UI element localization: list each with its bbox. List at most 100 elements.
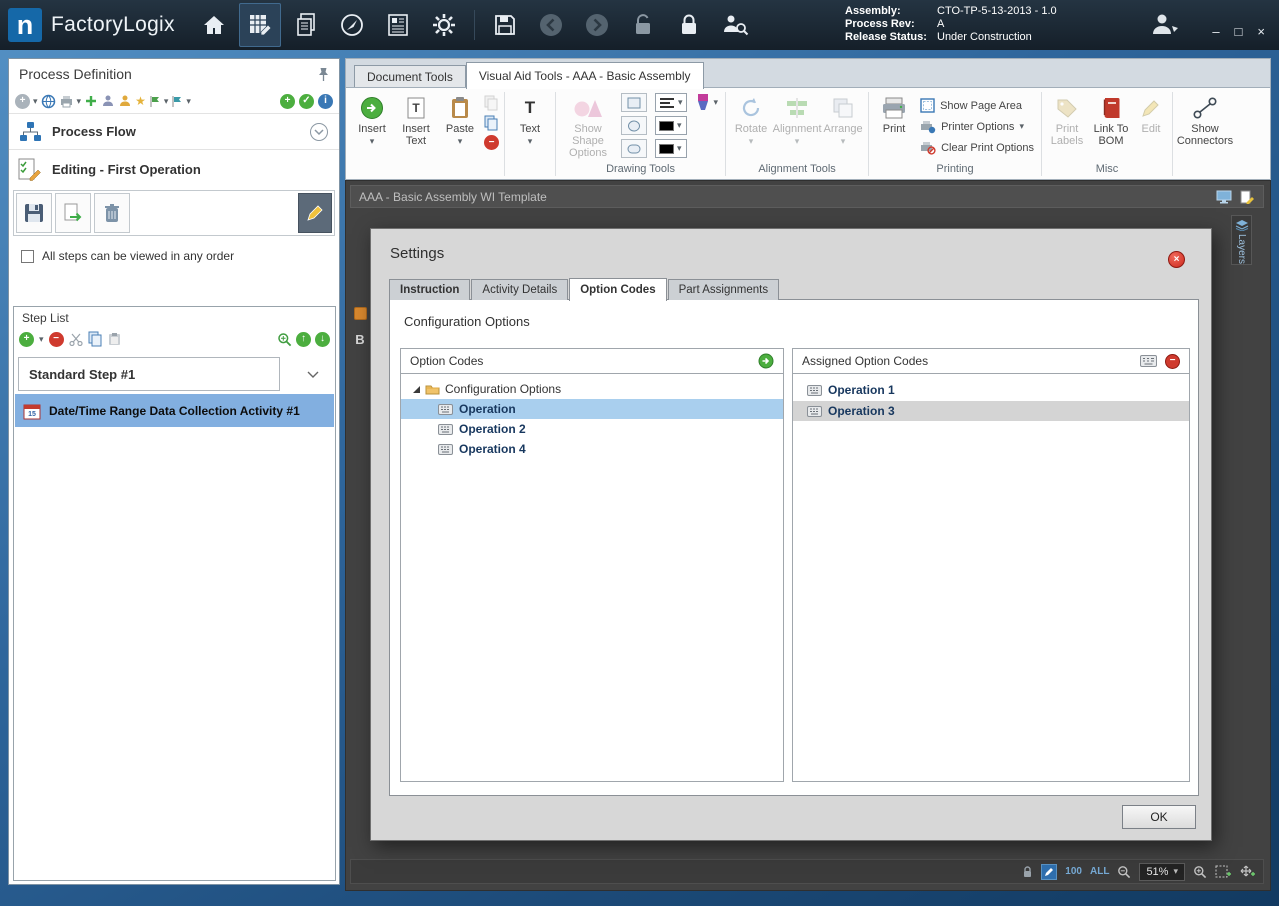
- zoom-out-icon[interactable]: [1117, 865, 1131, 879]
- lock-small-icon[interactable]: [1022, 865, 1033, 878]
- highlight-color-icon[interactable]: [353, 307, 367, 320]
- edit-step-button[interactable]: [298, 193, 332, 233]
- move-up-button[interactable]: ↑: [296, 331, 311, 347]
- clear-print-options-button[interactable]: Clear Print Options: [920, 139, 1034, 156]
- delete-step-button[interactable]: [94, 193, 130, 233]
- step-group-header[interactable]: Standard Step #1: [18, 357, 280, 391]
- validate-button[interactable]: ✓: [299, 93, 314, 109]
- close-button[interactable]: ×: [1257, 24, 1265, 39]
- pan-icon[interactable]: [1239, 865, 1255, 879]
- ok-button[interactable]: OK: [1122, 805, 1196, 829]
- star-icon[interactable]: ★: [135, 94, 146, 108]
- option-code-item[interactable]: Operation 4: [401, 439, 783, 459]
- edit-button[interactable]: Edit: [1133, 91, 1169, 135]
- copy-pages-icon[interactable]: [484, 115, 499, 131]
- insert-text-button[interactable]: T Insert Text: [394, 91, 438, 147]
- dialog-close-button[interactable]: ×: [1168, 251, 1185, 268]
- show-connectors-button[interactable]: Show Connectors: [1176, 91, 1234, 147]
- monitor-icon[interactable]: [1216, 190, 1232, 204]
- remove-assigned-button[interactable]: −: [1165, 353, 1180, 369]
- assigned-item[interactable]: Operation 1: [793, 380, 1189, 400]
- keyboard-icon[interactable]: [1140, 355, 1157, 367]
- pin-icon[interactable]: [318, 67, 329, 82]
- option-code-item[interactable]: Operation: [401, 399, 783, 419]
- chevron-down-icon[interactable]: ▾: [77, 96, 82, 106]
- paste-icon[interactable]: [108, 332, 121, 346]
- tree-root-row[interactable]: Configuration Options: [401, 379, 783, 399]
- assigned-item[interactable]: Operation 3: [793, 401, 1189, 421]
- collapse-chevron-button[interactable]: [309, 122, 329, 142]
- unlock-button[interactable]: [622, 3, 664, 47]
- printer-options-button[interactable]: Printer Options ▾: [920, 118, 1034, 135]
- layers-flyout-tab[interactable]: Layers: [1231, 215, 1252, 265]
- tab-part-assignments[interactable]: Part Assignments: [667, 279, 780, 300]
- info-button[interactable]: i: [318, 93, 333, 109]
- annotate-button[interactable]: [1041, 863, 1058, 880]
- lock-button[interactable]: [668, 3, 710, 47]
- process-flow-header[interactable]: Process Flow: [9, 114, 339, 150]
- user-gray-button[interactable]: [101, 94, 115, 108]
- tab-instruction[interactable]: Instruction: [389, 279, 471, 300]
- any-order-checkbox[interactable]: [21, 249, 34, 263]
- link-button[interactable]: [41, 94, 56, 109]
- step-group-chevron[interactable]: [307, 371, 319, 378]
- expander-icon[interactable]: [413, 385, 420, 393]
- rotate-button[interactable]: Rotate ▾: [729, 91, 773, 146]
- zoom-level-combo[interactable]: 51% ▾: [1139, 862, 1185, 881]
- branch-button[interactable]: [84, 94, 98, 108]
- add-dropdown-button[interactable]: +: [15, 93, 30, 109]
- page-edit-icon[interactable]: [1240, 190, 1255, 204]
- rounded-shape-button[interactable]: [621, 139, 647, 158]
- circle-shape-button[interactable]: [621, 116, 647, 135]
- dispatch-button[interactable]: [331, 3, 373, 47]
- tab-activity-details[interactable]: Activity Details: [471, 279, 569, 300]
- remove-step-button[interactable]: −: [48, 331, 64, 347]
- print-labels-button[interactable]: Print Labels: [1045, 91, 1089, 147]
- chevron-down-icon[interactable]: ▾: [186, 96, 191, 106]
- cut-icon[interactable]: [68, 333, 83, 346]
- show-page-area-button[interactable]: Show Page Area: [920, 97, 1034, 114]
- line-style-combo[interactable]: ▾: [655, 93, 687, 112]
- insert-button[interactable]: Insert ▾: [350, 91, 394, 146]
- chevron-down-icon[interactable]: ▾: [39, 334, 44, 344]
- current-user-button[interactable]: [1148, 10, 1180, 38]
- process-designer-button[interactable]: [238, 3, 281, 47]
- flag-teal-button[interactable]: [171, 95, 183, 108]
- add-step-button[interactable]: +: [19, 331, 34, 347]
- copy-icon[interactable]: [88, 331, 103, 347]
- delete-object-button[interactable]: −: [484, 135, 499, 150]
- flag-green-button[interactable]: [149, 95, 161, 108]
- find-step-icon[interactable]: [277, 332, 292, 347]
- option-code-item[interactable]: Operation 2: [401, 419, 783, 439]
- print-button[interactable]: [59, 95, 74, 108]
- fill-color-combo[interactable]: ▾: [655, 139, 687, 158]
- forward-button[interactable]: [576, 3, 618, 47]
- alignment-button[interactable]: Alignment ▾: [773, 91, 822, 146]
- maximize-button[interactable]: □: [1235, 24, 1243, 39]
- style-picker-button[interactable]: ▾: [695, 93, 718, 111]
- cut-pages-icon[interactable]: [484, 95, 499, 111]
- arrange-button[interactable]: Arrange ▾: [821, 91, 865, 146]
- minimize-button[interactable]: –: [1212, 24, 1219, 39]
- zoom-in-icon[interactable]: [1193, 865, 1207, 879]
- assign-option-button[interactable]: [758, 353, 774, 369]
- text-tool-button[interactable]: T Text ▾: [508, 91, 552, 146]
- export-step-button[interactable]: [55, 193, 91, 233]
- find-user-button[interactable]: [714, 3, 756, 47]
- zoom-fit-icon[interactable]: [1215, 865, 1231, 879]
- run-button[interactable]: +: [280, 93, 295, 109]
- settings-button[interactable]: [423, 3, 465, 47]
- zoom-preset-all[interactable]: ALL: [1090, 866, 1109, 877]
- back-button[interactable]: [530, 3, 572, 47]
- zoom-preset-100[interactable]: 100: [1065, 866, 1082, 877]
- show-shape-options-button[interactable]: Show Shape Options: [559, 91, 617, 159]
- chevron-down-icon[interactable]: ▾: [164, 96, 169, 106]
- line-color-combo[interactable]: ▾: [655, 116, 687, 135]
- tab-visual-aid-tools[interactable]: Visual Aid Tools - AAA - Basic Assembly: [465, 62, 704, 89]
- save-step-button[interactable]: [16, 193, 52, 233]
- documents-button[interactable]: [285, 3, 327, 47]
- save-button[interactable]: [484, 3, 526, 47]
- rectangle-shape-button[interactable]: [621, 93, 647, 112]
- reports-button[interactable]: [377, 3, 419, 47]
- tab-document-tools[interactable]: Document Tools: [354, 65, 466, 88]
